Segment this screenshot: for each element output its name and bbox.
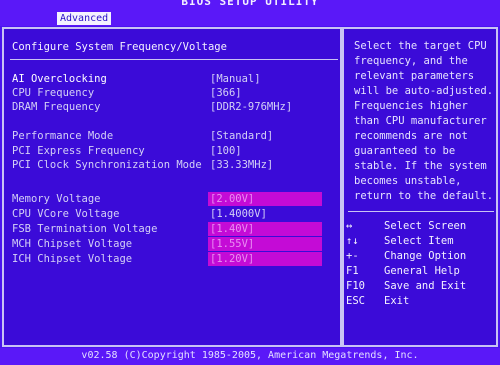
key-label: ESC [346,295,365,307]
setting-label: FSB Termination Voltage [12,223,158,235]
section-title: Configure System Frequency/Voltage [12,41,227,53]
setting-label: AI Overclocking [12,73,107,85]
key-hint-select-item: ↑↓ Select Item [344,234,494,249]
bios-title: BIOS SETUP UTILITY [181,0,319,8]
setting-label: PCI Express Frequency [12,145,145,157]
setting-label: Performance Mode [12,130,114,142]
setting-ai-overclocking[interactable]: AI Overclocking [Manual] [12,72,342,86]
setting-value[interactable]: [Standard] [208,129,275,143]
key-hint-select-screen: ↔ Select Screen [344,219,494,234]
setting-value[interactable]: [1.55V] [208,237,322,251]
setting-label: MCH Chipset Voltage [12,238,133,250]
key-desc: Select Screen [384,220,467,232]
setting-ich-chipset-voltage[interactable]: ICH Chipset Voltage [1.20V] [12,252,342,266]
setting-value[interactable]: [1.40V] [208,222,322,236]
setting-value[interactable]: [100] [208,144,244,158]
setting-value[interactable]: [366] [208,86,244,100]
setting-value[interactable]: [Manual] [208,72,263,86]
section-divider [10,59,338,60]
help-divider [348,211,494,212]
setting-memory-voltage[interactable]: Memory Voltage [2.00V] [12,192,342,206]
setting-fsb-termination-voltage[interactable]: FSB Termination Voltage [1.40V] [12,222,342,236]
setting-label: CPU Frequency [12,87,95,99]
left-right-arrow-icon: ↔ [346,220,353,232]
settings-panel: Configure System Frequency/Voltage AI Ov… [2,27,342,347]
setting-label: ICH Chipset Voltage [12,253,133,265]
key-desc: General Help [384,265,460,277]
setting-pci-express-frequency[interactable]: PCI Express Frequency [100] [12,144,342,158]
key-hint-exit: ESC Exit [344,294,494,309]
setting-label: PCI Clock Synchronization Mode [12,159,202,171]
plus-minus-icon: +- [346,250,359,262]
key-label: F10 [346,280,365,292]
setting-mch-chipset-voltage[interactable]: MCH Chipset Voltage [1.55V] [12,237,342,251]
key-desc: Select Item [384,235,454,247]
up-down-arrow-icon: ↑↓ [346,235,359,247]
setting-value[interactable]: [1.4000V] [208,207,269,221]
key-hint-general-help: F1 General Help [344,264,494,279]
setting-value[interactable]: [33.33MHz] [208,158,275,172]
bottom-bar: v02.58 (C)Copyright 1985-2005, American … [0,348,500,365]
setting-performance-mode[interactable]: Performance Mode [Standard] [12,129,342,143]
copyright-footer: v02.58 (C)Copyright 1985-2005, American … [81,350,419,361]
key-hint-change-option: +- Change Option [344,249,494,264]
key-label: F1 [346,265,359,277]
tab-advanced[interactable]: Advanced [57,12,112,25]
setting-label: DRAM Frequency [12,101,101,113]
help-text: Select the target CPU frequency, and the… [354,40,494,202]
key-desc: Change Option [384,250,467,262]
key-desc: Save and Exit [384,280,467,292]
setting-cpu-frequency[interactable]: CPU Frequency [366] [12,86,342,100]
setting-label: Memory Voltage [12,193,101,205]
setting-label: CPU VCore Voltage [12,208,120,220]
setting-pci-clock-sync[interactable]: PCI Clock Synchronization Mode [33.33MHz… [12,158,342,172]
setting-value[interactable]: [2.00V] [208,192,322,206]
key-desc: Exit [384,295,410,307]
setting-dram-frequency[interactable]: DRAM Frequency [DDR2-976MHz] [12,100,342,114]
setting-value[interactable]: [1.20V] [208,252,322,266]
setting-value[interactable]: [DDR2-976MHz] [208,100,294,114]
top-bar: BIOS SETUP UTILITY Advanced [0,0,500,26]
key-hint-save-exit: F10 Save and Exit [344,279,494,294]
help-panel: Select the target CPU frequency, and the… [342,27,498,347]
setting-cpu-vcore-voltage[interactable]: CPU VCore Voltage [1.4000V] [12,207,342,221]
